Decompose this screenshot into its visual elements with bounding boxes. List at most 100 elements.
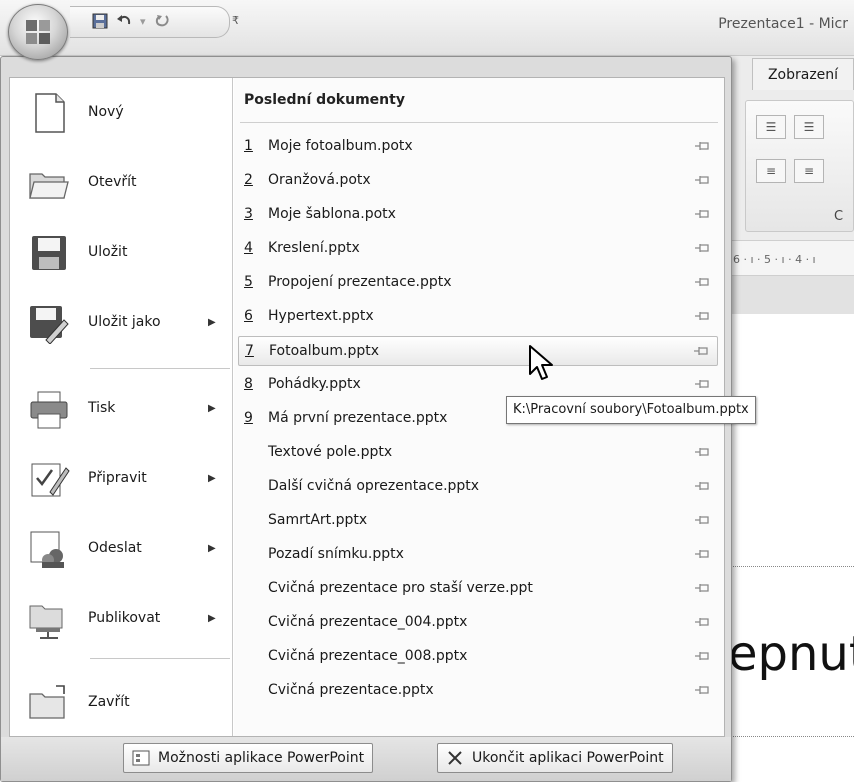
printer-icon — [30, 391, 68, 429]
recent-document-name: Pozadí snímku.pptx — [268, 546, 404, 562]
menu-item-label: Odeslat — [88, 540, 142, 556]
submenu-arrow-icon: ▶ — [208, 317, 216, 328]
slide-canvas — [725, 314, 854, 782]
recent-document-item[interactable]: Textové pole.pptx — [238, 438, 718, 468]
recent-document-item[interactable]: Další cvičná oprezentace.pptx — [238, 472, 718, 502]
menu-item-open[interactable]: Otevřít — [10, 148, 232, 216]
recent-document-item[interactable]: Cvičná prezentace.pptx — [238, 676, 718, 706]
ruler-band — [725, 276, 854, 314]
ribbon-group-label: C — [834, 209, 844, 224]
exit-powerpoint-button[interactable]: Ukončit aplikaci PowerPoint — [437, 743, 673, 773]
pin-icon[interactable] — [693, 345, 709, 357]
mouse-cursor-icon — [529, 345, 553, 380]
dropdown-icon[interactable]: ▾ — [140, 14, 146, 30]
recent-document-item[interactable]: 1 Moje fotoalbum.potx — [238, 132, 718, 162]
recent-document-name: Moje šablona.potx — [268, 206, 396, 222]
redo-icon[interactable] — [154, 13, 170, 32]
menu-item-close[interactable]: Zavřít — [10, 668, 232, 736]
bullets-button[interactable]: ☰ — [756, 115, 786, 139]
open-folder-icon — [29, 173, 69, 199]
placeholder-border — [725, 566, 854, 567]
recent-document-item[interactable]: 5 Propojení prezentace.pptx — [238, 268, 718, 298]
recent-document-name: Další cvičná oprezentace.pptx — [268, 478, 480, 494]
ribbon-group-paragraph: ☰ ☰ ≡ ≡ C — [745, 100, 854, 232]
pin-icon[interactable] — [694, 684, 710, 696]
recent-document-name: Cvičná prezentace_008.pptx — [268, 648, 468, 664]
recent-document-name: Cvičná prezentace pro staší verze.ppt — [268, 580, 533, 596]
recent-document-item[interactable]: 3 Moje šablona.potx — [238, 200, 718, 230]
numbering-button[interactable]: ☰ — [794, 115, 824, 139]
pin-icon[interactable] — [694, 174, 710, 186]
pin-icon[interactable] — [694, 446, 710, 458]
align-left-button[interactable]: ≡ — [756, 159, 786, 183]
pin-icon[interactable] — [694, 650, 710, 662]
menu-item-label: Publikovat — [88, 610, 161, 626]
powerpoint-options-label: Možnosti aplikace PowerPoint — [158, 750, 365, 766]
pin-icon[interactable] — [694, 310, 710, 322]
recent-document-item[interactable]: SamrtArt.pptx — [238, 506, 718, 536]
menu-item-prepare[interactable]: Připravit ▶ — [10, 444, 232, 512]
pin-icon[interactable] — [694, 548, 710, 560]
ruler: 6 · ı · 5 · ı · 4 · ı — [725, 240, 854, 276]
exit-powerpoint-label: Ukončit aplikaci PowerPoint — [472, 750, 664, 766]
prepare-icon — [31, 463, 70, 497]
customize-icon[interactable]: ₹ — [232, 14, 239, 27]
recent-document-number: 2 — [244, 172, 253, 188]
recent-document-item[interactable]: 2 Oranžová.potx — [238, 166, 718, 196]
menu-item-label: Uložit jako — [88, 314, 161, 330]
menu-item-print[interactable]: Tisk ▶ — [10, 374, 232, 442]
undo-icon[interactable] — [116, 13, 132, 32]
command-list: Nový Otevřít Uložit Uložit jako ▶ Tisk ▶… — [10, 78, 233, 736]
quick-access-toolbar: ▾ — [70, 6, 230, 38]
new-document-icon — [35, 93, 65, 133]
close-icon — [448, 751, 462, 765]
menu-item-label: Zavřít — [88, 694, 130, 710]
menu-separator — [90, 658, 230, 659]
pin-icon[interactable] — [694, 208, 710, 220]
save-icon[interactable] — [92, 13, 108, 32]
recent-document-item[interactable]: Cvičná prezentace_008.pptx — [238, 642, 718, 672]
recent-document-name: Textové pole.pptx — [268, 444, 393, 460]
recent-document-number: 5 — [244, 274, 253, 290]
send-icon — [30, 531, 64, 568]
pin-icon[interactable] — [694, 616, 710, 628]
pin-icon[interactable] — [694, 378, 710, 390]
recent-document-name: Má první prezentace.pptx — [268, 410, 448, 426]
recent-document-name: Propojení prezentace.pptx — [268, 274, 452, 290]
recent-document-item[interactable]: 6 Hypertext.pptx — [238, 302, 718, 332]
powerpoint-options-button[interactable]: Možnosti aplikace PowerPoint — [123, 743, 374, 773]
recent-document-name: Cvičná prezentace.pptx — [268, 682, 434, 698]
menu-item-publish[interactable]: Publikovat ▶ — [10, 584, 232, 652]
pin-icon[interactable] — [694, 514, 710, 526]
recent-document-number: 7 — [245, 343, 254, 359]
recent-document-number: 1 — [244, 138, 253, 154]
align-center-button[interactable]: ≡ — [794, 159, 824, 183]
menu-item-save[interactable]: Uložit — [10, 218, 232, 286]
pin-icon[interactable] — [694, 242, 710, 254]
recent-document-name: Hypertext.pptx — [268, 308, 374, 324]
recent-document-item[interactable]: 7 Fotoalbum.pptx — [238, 336, 718, 366]
file-path-tooltip: K:\Pracovní soubory\Fotoalbum.pptx — [506, 396, 756, 424]
recent-document-item[interactable]: Cvičná prezentace pro staší verze.ppt — [238, 574, 718, 604]
menu-item-label: Otevřít — [88, 174, 137, 190]
options-icon — [132, 750, 150, 766]
submenu-arrow-icon: ▶ — [208, 473, 216, 484]
menu-separator — [90, 368, 230, 369]
placeholder-border — [725, 736, 854, 737]
menu-item-send[interactable]: Odeslat ▶ — [10, 514, 232, 582]
pin-icon[interactable] — [694, 140, 710, 152]
recent-document-name: Oranžová.potx — [268, 172, 371, 188]
office-button[interactable] — [8, 4, 68, 60]
menu-item-label: Připravit — [88, 470, 147, 486]
pin-icon[interactable] — [694, 276, 710, 288]
pin-icon[interactable] — [694, 480, 710, 492]
tab-zobrazeni[interactable]: Zobrazení — [752, 58, 854, 90]
recent-document-item[interactable]: 4 Kreslení.pptx — [238, 234, 718, 264]
menu-item-new[interactable]: Nový — [10, 78, 232, 146]
recent-document-name: Moje fotoalbum.potx — [268, 138, 413, 154]
pin-icon[interactable] — [694, 582, 710, 594]
recent-document-item[interactable]: Cvičná prezentace_004.pptx — [238, 608, 718, 638]
recent-document-item[interactable]: Pozadí snímku.pptx — [238, 540, 718, 570]
save-as-icon — [30, 306, 69, 344]
menu-item-save-as[interactable]: Uložit jako ▶ — [10, 288, 232, 356]
